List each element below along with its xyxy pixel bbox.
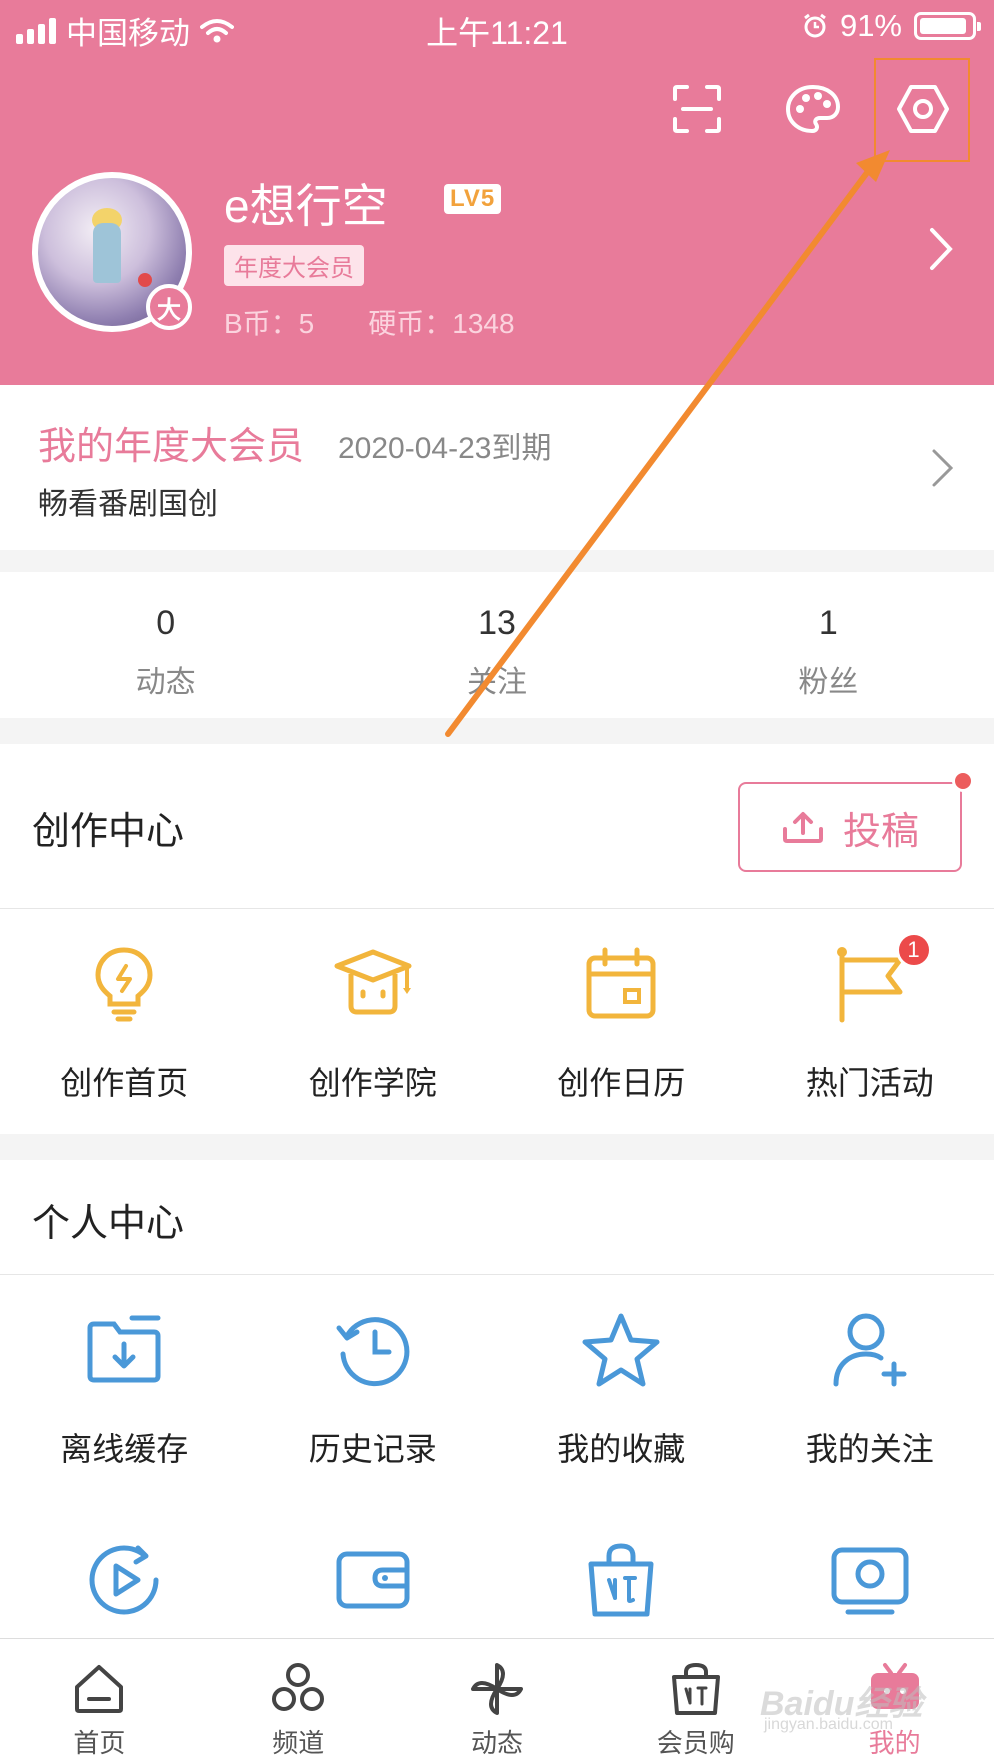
avatar-rose xyxy=(138,273,152,287)
theme-button[interactable] xyxy=(780,76,846,142)
upload-icon xyxy=(782,812,823,843)
creation-item-label: 创作首页 xyxy=(60,1065,189,1101)
pinwheel-icon xyxy=(470,1663,523,1715)
member-shop[interactable] xyxy=(497,1540,746,1620)
chevron-right-icon[interactable] xyxy=(926,226,956,272)
battery-percent: 91% xyxy=(839,8,902,43)
tab-channels[interactable]: 频道 xyxy=(199,1639,398,1764)
tv-icon xyxy=(831,1547,909,1615)
my-tv[interactable] xyxy=(746,1540,994,1620)
favorites[interactable]: 我的收藏 xyxy=(497,1310,746,1470)
b-coins: B币：5 xyxy=(224,308,315,339)
personal-item-label: 我的收藏 xyxy=(557,1431,686,1467)
personal-item-label: 我的关注 xyxy=(805,1431,934,1467)
creation-item-label: 创作日历 xyxy=(557,1065,686,1101)
battery-icon xyxy=(914,12,981,40)
settings-highlight-box xyxy=(874,58,970,162)
creation-title: 创作中心 xyxy=(32,811,185,853)
tab-home[interactable]: 首页 xyxy=(0,1639,199,1764)
stat-label: 动态 xyxy=(135,666,196,699)
creation-hot-events[interactable]: 1 热门活动 xyxy=(746,932,994,1104)
creation-center: 创作中心 投稿 创作首页 创作学院 创作日历 1 热门活动 xyxy=(0,744,994,1134)
my-following[interactable]: 我的关注 xyxy=(746,1310,994,1470)
stat-following[interactable]: 13 关注 xyxy=(331,572,662,718)
membership-subtitle: 畅看番剧国创 xyxy=(38,488,218,521)
personal-item-label: 历史记录 xyxy=(308,1431,437,1467)
creation-calendar[interactable]: 创作日历 xyxy=(497,944,746,1104)
alarm-icon xyxy=(804,13,826,38)
creation-grid: 创作首页 创作学院 创作日历 1 热门活动 xyxy=(0,932,994,1104)
calendar-icon xyxy=(586,947,656,1019)
stat-fans[interactable]: 1 粉丝 xyxy=(663,572,994,718)
status-right: 91% xyxy=(802,8,981,44)
divider xyxy=(0,908,994,909)
stat-value: 1 xyxy=(818,604,838,642)
personal-grid-row2 xyxy=(0,1540,994,1620)
personal-item-label: 离线缓存 xyxy=(60,1431,189,1467)
membership-row[interactable]: 我的年度大会员 2020-04-23到期 畅看番剧国创 xyxy=(0,385,994,550)
notification-badge: 1 xyxy=(895,932,932,968)
watermark-url: jingyan.baidu.com xyxy=(764,1716,893,1733)
watch-later[interactable] xyxy=(0,1540,249,1620)
vip-tag: 年度大会员 xyxy=(224,245,364,286)
divider xyxy=(0,1274,994,1275)
history-clock-icon xyxy=(336,1317,410,1387)
scan-icon xyxy=(673,85,721,133)
history[interactable]: 历史记录 xyxy=(249,1310,498,1470)
profile-header: 中国移动 上午11:21 91% 大 e想行空 LV5 年度大会员 B币：5 硬… xyxy=(0,0,994,385)
stat-label: 粉丝 xyxy=(798,666,859,699)
stats-row: 0 动态 13 关注 1 粉丝 xyxy=(0,572,994,718)
creation-item-label: 创作学院 xyxy=(308,1065,437,1101)
personal-grid: 离线缓存 历史记录 我的收藏 我的关注 xyxy=(0,1310,994,1470)
creation-item-label: 热门活动 xyxy=(805,1065,934,1101)
wallet[interactable] xyxy=(249,1540,498,1620)
hard-coins: 硬币：1348 xyxy=(368,308,515,339)
tab-label: 动态 xyxy=(470,1728,523,1758)
graduation-cap-icon xyxy=(334,949,412,1015)
stat-label: 关注 xyxy=(466,666,527,699)
coins-row: B币：5 硬币：1348 xyxy=(224,302,515,342)
offline-cache[interactable]: 离线缓存 xyxy=(0,1310,249,1470)
play-later-icon xyxy=(89,1545,159,1615)
stat-value: 0 xyxy=(156,604,176,642)
star-icon xyxy=(582,1313,660,1387)
scan-button[interactable] xyxy=(664,76,730,142)
creation-academy[interactable]: 创作学院 xyxy=(249,944,498,1104)
tab-dynamics[interactable]: 动态 xyxy=(398,1639,597,1764)
upload-label: 投稿 xyxy=(842,810,919,853)
chevron-right-icon xyxy=(932,449,954,487)
avatar-figure xyxy=(93,223,121,283)
home-icon xyxy=(75,1665,124,1713)
membership-title: 我的年度大会员 xyxy=(38,426,305,468)
username[interactable]: e想行空 xyxy=(224,170,388,236)
vip-avatar-badge: 大 xyxy=(146,284,192,330)
lightbulb-icon xyxy=(95,947,153,1022)
stat-dynamics[interactable]: 0 动态 xyxy=(0,572,331,718)
upload-button[interactable]: 投稿 xyxy=(738,782,962,872)
level-badge: LV5 xyxy=(444,184,502,214)
wallet-icon xyxy=(336,1551,410,1609)
tab-label: 频道 xyxy=(272,1728,325,1758)
channel-icon xyxy=(272,1663,325,1711)
stat-value: 13 xyxy=(478,604,516,642)
palette-icon xyxy=(785,84,841,134)
membership-expire: 2020-04-23到期 xyxy=(338,432,552,465)
creation-home[interactable]: 创作首页 xyxy=(0,944,249,1104)
shopping-bag-icon xyxy=(588,1543,654,1617)
personal-center: 个人中心 离线缓存 历史记录 我的收藏 我的关注 xyxy=(0,1160,994,1640)
add-user-icon xyxy=(833,1313,907,1387)
shopping-bag-icon xyxy=(671,1662,720,1715)
personal-title: 个人中心 xyxy=(32,1203,185,1245)
tab-label: 首页 xyxy=(73,1728,126,1758)
download-folder-icon xyxy=(87,1315,161,1383)
notification-dot xyxy=(952,770,974,792)
status-bar: 中国移动 上午11:21 91% xyxy=(0,0,994,56)
